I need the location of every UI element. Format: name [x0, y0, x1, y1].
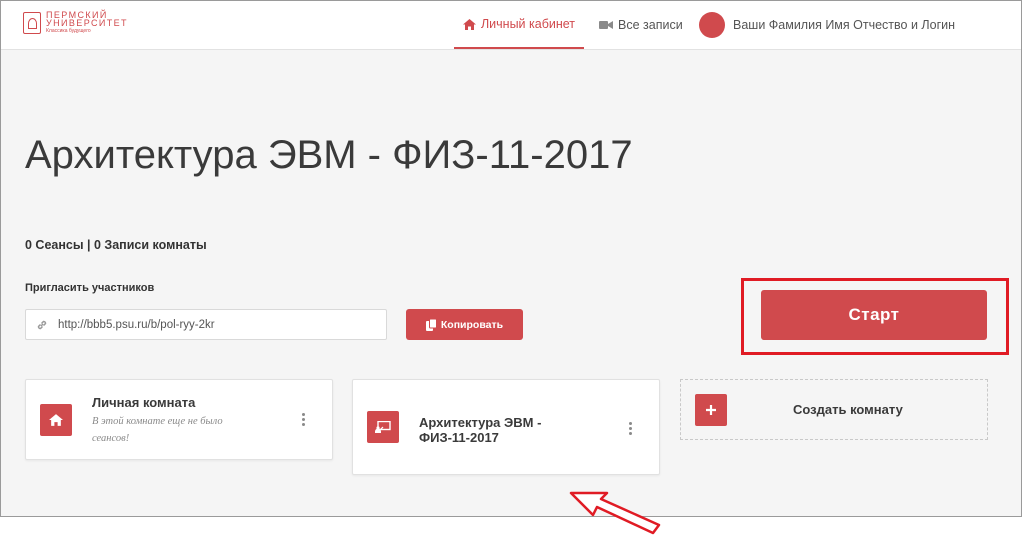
room-card-personal[interactable]: Личная комната В этой комнате еще не был… — [25, 379, 333, 460]
invite-link-url: http://bbb5.psu.ru/b/pol-ryy-2kr — [58, 318, 215, 331]
main-content: Архитектура ЭВМ - ФИЗ-11-2017 0 Сеансы |… — [1, 50, 1021, 535]
room-stats: 0 Сеансы | 0 Записи комнаты — [25, 238, 207, 252]
room-card-architecture[interactable]: Архитектура ЭВМ - ФИЗ-11-2017 — [352, 379, 660, 475]
nav-all-records[interactable]: Все записи — [599, 1, 683, 49]
create-room-card[interactable]: Создать комнату — [680, 379, 988, 440]
home-icon — [40, 404, 72, 436]
kebab-menu-icon[interactable] — [302, 413, 306, 426]
presentation-glyph — [375, 421, 391, 433]
video-camera-icon — [599, 21, 613, 29]
room-card-title: Личная комната — [92, 395, 196, 410]
plus-icon — [695, 394, 727, 426]
kebab-menu-icon[interactable] — [629, 422, 633, 435]
plus-glyph — [706, 405, 716, 415]
home-icon — [462, 18, 476, 30]
logo-line-2: УНИВЕРСИТЕТ — [46, 18, 128, 28]
user-name: Ваши Фамилия Имя Отчество и Логин — [733, 18, 956, 32]
logo-text: ПЕРМСКИЙ УНИВЕРСИТЕТ Классика будущего — [46, 11, 128, 35]
arrow-annotation-icon — [569, 491, 661, 535]
nav-personal-cabinet-label: Личный кабинет — [480, 17, 576, 31]
logo-tagline: Классика будущего — [46, 28, 91, 34]
copy-button[interactable]: Копировать — [406, 309, 523, 340]
link-icon — [37, 320, 47, 329]
top-header: ПЕРМСКИЙ УНИВЕРСИТЕТ Классика будущего Л… — [1, 1, 1021, 50]
invite-link-field[interactable]: http://bbb5.psu.ru/b/pol-ryy-2kr — [25, 309, 387, 340]
presentation-icon — [367, 411, 399, 443]
nav-all-records-label: Все записи — [618, 18, 683, 32]
user-menu[interactable]: Ваши Фамилия Имя Отчество и Логин — [699, 1, 955, 49]
create-room-label: Создать комнату — [793, 402, 903, 417]
room-card-subtitle: В этой комнате еще не было сеансов! — [92, 416, 223, 444]
start-button[interactable]: Старт — [761, 290, 987, 340]
copy-button-label: Копировать — [440, 318, 504, 331]
nav-personal-cabinet[interactable]: Личный кабинет — [454, 1, 584, 49]
user-avatar — [699, 12, 725, 38]
home-glyph — [49, 414, 63, 426]
university-logo[interactable]: ПЕРМСКИЙ УНИВЕРСИТЕТ Классика будущего — [23, 11, 128, 34]
room-title: Архитектура ЭВМ - ФИЗ-11-2017 — [25, 133, 633, 177]
university-emblem-icon — [23, 11, 41, 34]
copy-icon — [425, 318, 437, 331]
invite-participants-label: Пригласить участников — [25, 282, 155, 294]
room-card-title: Архитектура ЭВМ - ФИЗ-11-2017 — [419, 415, 542, 445]
